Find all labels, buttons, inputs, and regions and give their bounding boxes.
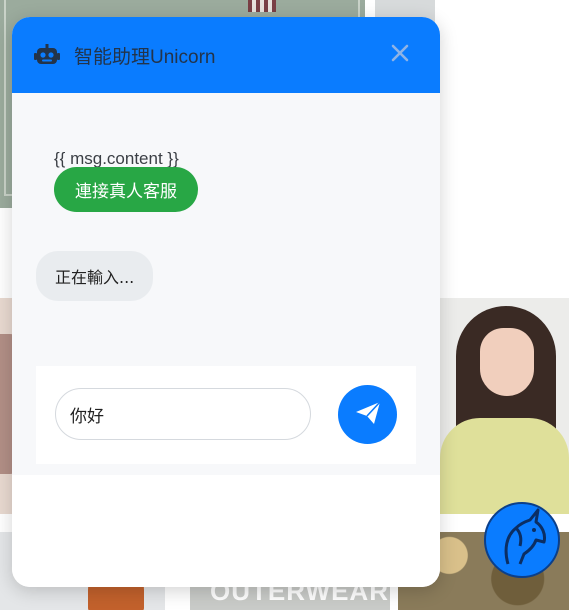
connect-human-agent-button[interactable]: 連接真人客服 bbox=[54, 167, 198, 212]
chat-footer bbox=[12, 475, 440, 587]
unicorn-icon bbox=[490, 506, 554, 575]
typing-indicator: 正在輸入... bbox=[36, 251, 154, 301]
chat-messages: {{ msg.content }} 連接真人客服 正在輸入... bbox=[12, 93, 440, 475]
robot-icon bbox=[34, 44, 60, 66]
message-content: {{ msg.content }} bbox=[54, 149, 179, 168]
composer bbox=[36, 366, 416, 464]
product-image-model[interactable] bbox=[440, 298, 569, 514]
message-input[interactable] bbox=[55, 388, 311, 440]
send-button[interactable] bbox=[338, 385, 397, 444]
chat-launcher-button[interactable] bbox=[484, 502, 560, 578]
chat-header: 智能助理Unicorn bbox=[12, 17, 440, 93]
paper-plane-icon bbox=[355, 401, 381, 428]
chat-window: 智能助理Unicorn {{ msg.content }} 連接真人客服 正在輸… bbox=[12, 17, 440, 587]
close-icon[interactable] bbox=[388, 41, 412, 65]
chat-title: 智能助理Unicorn bbox=[74, 46, 216, 68]
